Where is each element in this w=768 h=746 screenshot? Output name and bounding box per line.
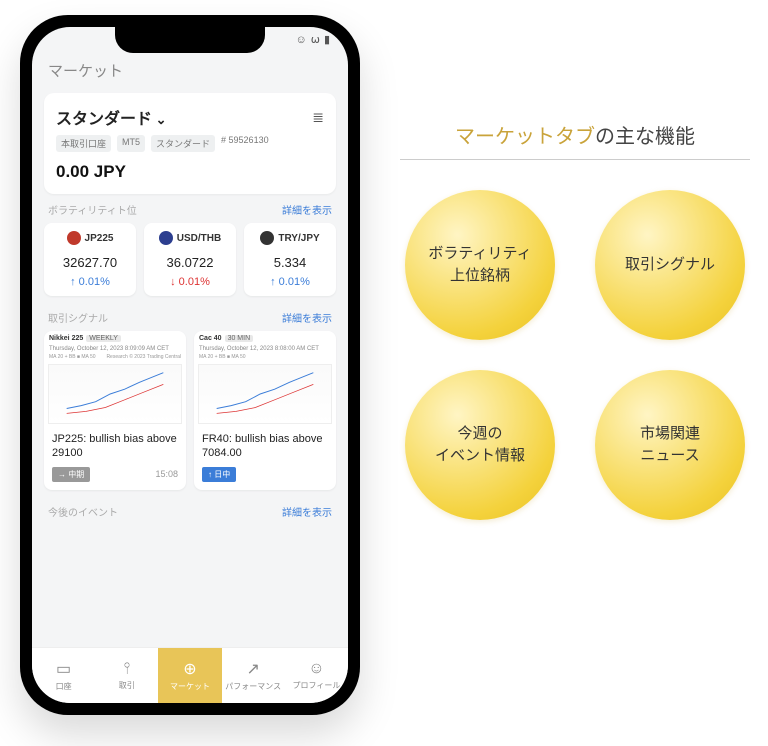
signal-name: Cac 40 [199,335,222,342]
info-title-rest: の主な機能 [595,126,695,148]
signal-timeframe: 30 MIN [225,335,254,342]
nav-口座[interactable]: ▭ 口座 [32,648,95,703]
info-title-gold: マーケットタブ [455,126,595,148]
tag: 本取引口座 [56,135,111,152]
volatility-card[interactable]: TRY/JPY 5.334 ↑ 0.01% [244,223,336,296]
nav-マーケット[interactable]: ⊕ マーケット [158,648,221,703]
feature-circle: 今週のイベント情報 [405,370,555,520]
phone-frame: ☺ ⍵ ▮ マーケット スタンダード ≣ 本取引口座 MT5 スタンダード # … [20,15,360,715]
nav-icon: ↗ [247,659,260,679]
account-selector[interactable]: スタンダード [56,105,167,129]
account-card: スタンダード ≣ 本取引口座 MT5 スタンダード # 59526130 0.0… [44,93,336,194]
nav-label: パフォーマンス [225,681,281,692]
list-icon[interactable]: ≣ [312,109,324,126]
nav-label: プロフィール [292,680,340,691]
nav-プロフィール[interactable]: ☺ プロフィール [285,648,348,703]
change: ↑ 0.01% [50,276,130,288]
nav-パフォーマンス[interactable]: ↗ パフォーマンス [222,648,285,703]
nav-icon: ☺ [308,660,324,678]
symbol: TRY/JPY [278,233,319,244]
status-icon: ☺ [295,34,306,46]
phone-screen: ☺ ⍵ ▮ マーケット スタンダード ≣ 本取引口座 MT5 スタンダード # … [32,27,348,703]
events-label: 今後のイベント [48,504,118,519]
nav-icon: ⫯ [123,660,130,678]
change: ↓ 0.01% [150,276,230,288]
signal-badge: ↑ 日中 [202,467,236,482]
signal-time: 15:08 [155,469,178,479]
chart-icon [198,364,332,424]
account-number: # 59526130 [221,135,269,152]
signal-meta-left: MA 20 + BB ■ MA 50 [49,354,96,360]
signals-detail-link[interactable]: 詳細を表示 [282,310,332,325]
nav-label: マーケット [170,681,210,692]
tag: スタンダード [151,135,215,152]
flag-icon [67,231,81,245]
volatility-row: JP225 32627.70 ↑ 0.01% USD/THB 36.0722 ↓… [32,217,348,302]
events-detail-link[interactable]: 詳細を表示 [282,504,332,519]
battery-icon: ▮ [324,33,330,46]
balance: 0.00 JPY [56,162,324,182]
notch [115,27,265,53]
signal-badge: → 中期 [52,467,90,482]
nav-label: 取引 [119,680,135,691]
price: 5.334 [250,255,330,270]
flag-icon [159,231,173,245]
chart-icon [48,364,182,424]
signals-row: Nikkei 225WEEKLY Thursday, October 12, 2… [32,325,348,496]
change: ↑ 0.01% [250,276,330,288]
signals-label: 取引シグナル [48,310,108,325]
signal-date: Thursday, October 12, 2023 8:09:09 AM CE… [44,346,186,352]
signal-meta-right: Research © 2023 Trading Central [106,354,181,360]
volatility-card[interactable]: USD/THB 36.0722 ↓ 0.01% [144,223,236,296]
feature-circle: 市場関連ニュース [595,370,745,520]
volatility-card[interactable]: JP225 32627.70 ↑ 0.01% [44,223,136,296]
signal-card[interactable]: Cac 4030 MIN Thursday, October 12, 2023 … [194,331,336,490]
wifi-icon: ⍵ [311,33,320,46]
nav-icon: ▭ [56,659,71,679]
signal-title: FR40: bullish bias above 7084.00 [194,426,336,463]
signal-title: JP225: bullish bias above 29100 [44,426,186,463]
signal-date: Thursday, October 12, 2023 8:08:00 AM CE… [194,346,336,352]
price: 36.0722 [150,255,230,270]
bottom-nav: ▭ 口座 ⫯ 取引 ⊕ マーケット ↗ パフォーマンス ☺ プロフィール [32,647,348,703]
volatility-label: ボラティリティト位 [48,202,137,217]
signal-name: Nikkei 225 [49,335,83,342]
nav-label: 口座 [56,681,72,692]
tag: MT5 [117,135,145,152]
volatility-detail-link[interactable]: 詳細を表示 [282,202,332,217]
feature-circle: ボラティリティ上位銘柄 [405,190,555,340]
nav-icon: ⊕ [183,659,196,679]
info-panel: マーケットタブの主な機能 ボラティリティ上位銘柄取引シグナル今週のイベント情報市… [400,120,750,520]
signal-timeframe: WEEKLY [86,335,121,342]
signal-meta-left: MA 20 + BB ■ MA 50 [199,354,246,360]
divider [400,159,750,160]
signal-card[interactable]: Nikkei 225WEEKLY Thursday, October 12, 2… [44,331,186,490]
price: 32627.70 [50,255,130,270]
feature-circle: 取引シグナル [595,190,745,340]
flag-icon [260,231,274,245]
feature-circles: ボラティリティ上位銘柄取引シグナル今週のイベント情報市場関連ニュース [400,190,750,520]
account-tags: 本取引口座 MT5 スタンダード # 59526130 [56,135,324,152]
symbol: JP225 [85,233,114,244]
info-title: マーケットタブの主な機能 [400,120,750,149]
nav-取引[interactable]: ⫯ 取引 [95,648,158,703]
symbol: USD/THB [177,233,221,244]
